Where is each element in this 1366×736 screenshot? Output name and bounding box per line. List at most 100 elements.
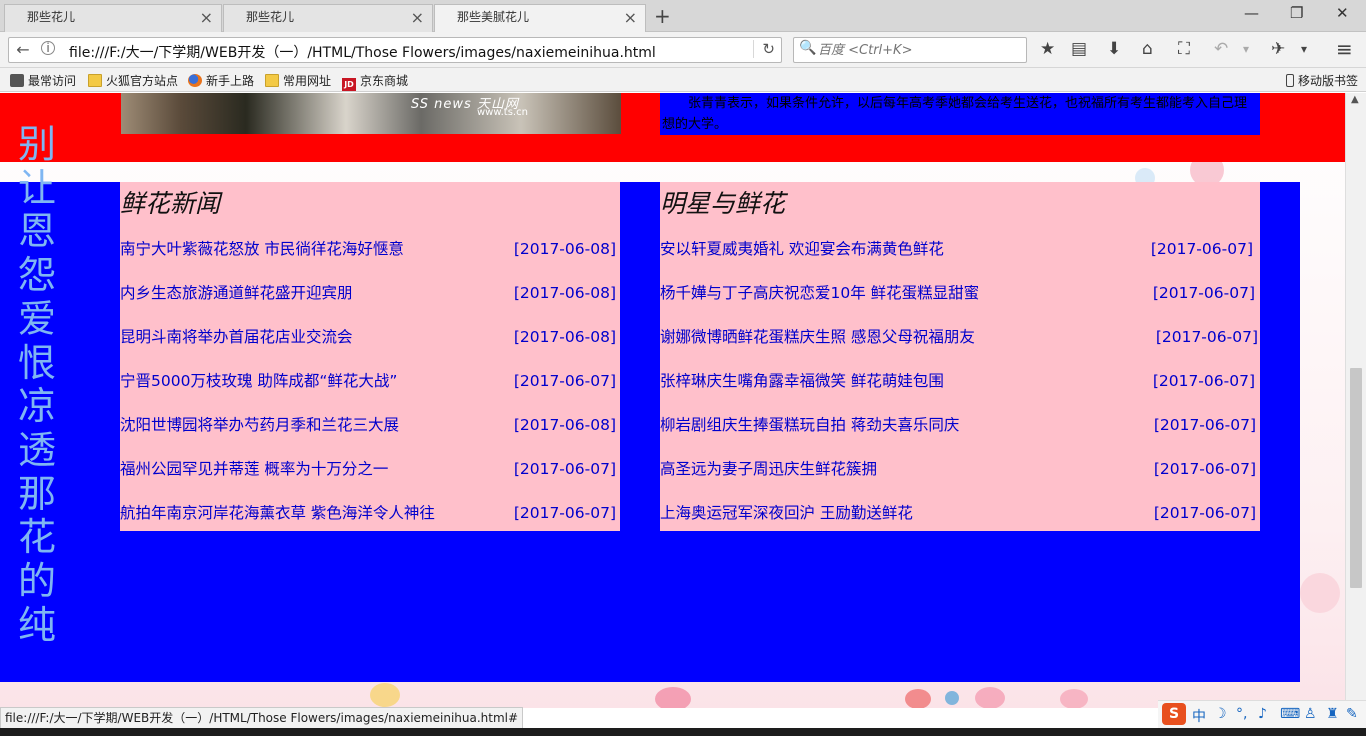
- news-title[interactable]: 沈阳世博园将举办芍药月季和兰花三大展: [120, 416, 399, 434]
- download-icon[interactable]: ⬇: [1107, 38, 1121, 60]
- scrollbar-thumb[interactable]: [1350, 368, 1362, 588]
- news-link[interactable]: 安以轩夏威夷婚礼 欢迎宴会布满黄色鲜花 [2017-06-07]: [660, 238, 1256, 260]
- news-title[interactable]: 南宁大叶紫薇花怒放 市民徜徉花海好惬意: [120, 240, 404, 258]
- close-icon[interactable]: ×: [411, 6, 424, 30]
- news-link[interactable]: 张梓琳庆生嘴角露幸福微笑 鲜花萌娃包围 [2017-06-07]: [660, 370, 1256, 392]
- firefox-icon: [188, 74, 202, 87]
- news-title[interactable]: 昆明斗南将举办首届花店业交流会: [120, 328, 353, 346]
- news-title[interactable]: 宁晋5000万枝玫瑰 助阵成都“鲜花大战”: [120, 372, 397, 390]
- news-title[interactable]: 杨千嬅与丁子高庆祝恋爱10年 鲜花蛋糕显甜蜜: [660, 284, 979, 302]
- folder-icon: [265, 74, 279, 87]
- tab-title: 那些美腻花儿: [457, 10, 530, 24]
- news-link[interactable]: 昆明斗南将举办首届花店业交流会 [2017-06-08]: [120, 326, 616, 348]
- news-link[interactable]: 宁晋5000万枝玫瑰 助阵成都“鲜花大战” [2017-06-07]: [120, 370, 616, 392]
- news-link[interactable]: 上海奥运冠军深夜回沪 王励勤送鲜花 [2017-06-07]: [660, 502, 1256, 524]
- flower-news-panel: 鲜花新闻 南宁大叶紫薇花怒放 市民徜徉花海好惬意 [2017-06-08] 内乡…: [120, 182, 620, 531]
- bookmark-star-icon[interactable]: ★: [1040, 38, 1055, 60]
- bookmark-item[interactable]: 火狐官方站点: [88, 72, 178, 89]
- vertical-scrollbar[interactable]: ▲: [1345, 93, 1366, 708]
- reload-icon[interactable]: ↻: [753, 40, 775, 58]
- page-viewport: SS news 天山网 www.ts.cn 张青青表示，如果条件允许，以后每年高…: [0, 93, 1366, 708]
- news-date: [2017-06-07]: [1150, 240, 1253, 258]
- url-bar[interactable]: ← i file:///F:/大一/下学期/WEB开发（一）/HTML/Thos…: [8, 37, 782, 63]
- jd-icon: JD: [342, 78, 356, 91]
- extension-icon[interactable]: ✈: [1271, 38, 1285, 60]
- news-title[interactable]: 高圣远为妻子周迅庆生鲜花簇拥: [660, 460, 877, 478]
- user-icon[interactable]: ♙: [1304, 706, 1317, 722]
- news-link[interactable]: 南宁大叶紫薇花怒放 市民徜徉花海好惬意 [2017-06-08]: [120, 238, 616, 260]
- news-date: [2017-06-07]: [513, 372, 616, 390]
- news-title[interactable]: 上海奥运冠军深夜回沪 王励勤送鲜花: [660, 504, 913, 522]
- news-title[interactable]: 福州公园罕见并蒂莲 概率为十万分之一: [120, 460, 388, 478]
- news-title[interactable]: 安以轩夏威夷婚礼 欢迎宴会布满黄色鲜花: [660, 240, 944, 258]
- search-bar[interactable]: 🔍: [793, 37, 1027, 63]
- news-title[interactable]: 内乡生态旅游通道鲜花盛开迎宾朋: [120, 284, 353, 302]
- flower-decoration: [945, 691, 959, 705]
- moon-icon[interactable]: ☽: [1214, 706, 1227, 722]
- skin-icon[interactable]: ♜: [1326, 706, 1339, 722]
- screenshot-icon[interactable]: ⛶: [1178, 38, 1190, 60]
- bookmark-label: 移动版书签: [1298, 74, 1359, 88]
- keyboard-icon[interactable]: ⌨: [1280, 706, 1300, 722]
- search-input[interactable]: [818, 40, 1018, 60]
- tab-2[interactable]: 那些花儿 ×: [223, 4, 433, 32]
- tab-3-active[interactable]: 那些美腻花儿 ×: [434, 4, 646, 33]
- bookmark-item[interactable]: JD 京东商城: [342, 72, 408, 91]
- os-taskbar: [0, 728, 1366, 736]
- news-link[interactable]: 杨千嬅与丁子高庆祝恋爱10年 鲜花蛋糕显甜蜜 [2017-06-07]: [660, 282, 1256, 304]
- news-image: SS news 天山网 www.ts.cn: [121, 93, 621, 134]
- new-tab-button[interactable]: +: [654, 4, 671, 28]
- microphone-icon[interactable]: ♪: [1258, 706, 1267, 722]
- chevron-down-icon[interactable]: ▾: [1301, 38, 1307, 60]
- bookmark-label: 火狐官方站点: [106, 74, 179, 88]
- back-arrow-icon[interactable]: ←: [11, 39, 35, 61]
- close-icon[interactable]: ×: [200, 6, 213, 30]
- news-link[interactable]: 航拍年南京河岸花海薰衣草 紫色海洋令人神往 [2017-06-07]: [120, 502, 616, 524]
- mobile-bookmarks[interactable]: 移动版书签: [1286, 72, 1358, 89]
- undo-icon[interactable]: ↶: [1214, 38, 1228, 60]
- scroll-up-icon[interactable]: ▲: [1351, 94, 1359, 105]
- news-link[interactable]: 福州公园罕见并蒂莲 概率为十万分之一 [2017-06-07]: [120, 458, 616, 480]
- flower-decoration: [370, 683, 400, 707]
- flower-decoration: [905, 689, 931, 708]
- news-date: [2017-06-07]: [1153, 416, 1256, 434]
- news-link[interactable]: 高圣远为妻子周迅庆生鲜花簇拥 [2017-06-07]: [660, 458, 1256, 480]
- reading-list-icon[interactable]: ▤: [1071, 38, 1087, 60]
- minimize-button[interactable]: —: [1244, 4, 1259, 22]
- news-link[interactable]: 沈阳世博园将举办芍药月季和兰花三大展 [2017-06-08]: [120, 414, 616, 436]
- sogou-icon[interactable]: S: [1162, 703, 1186, 725]
- tab-1[interactable]: 那些花儿 ×: [4, 4, 222, 32]
- news-link[interactable]: 谢娜微博晒鲜花蛋糕庆生照 感恩父母祝福朋友 [2017-06-07]: [660, 326, 1258, 348]
- menu-icon[interactable]: ≡: [1336, 38, 1353, 60]
- bookmark-label: 常用网址: [283, 74, 332, 88]
- search-icon: 🔍: [799, 40, 817, 56]
- window-close-button[interactable]: ✕: [1336, 4, 1349, 22]
- news-title[interactable]: 航拍年南京河岸花海薰衣草 紫色海洋令人神往: [120, 504, 435, 522]
- news-title[interactable]: 柳岩剧组庆生捧蛋糕玩自拍 蒋劲夫喜乐同庆: [660, 416, 959, 434]
- news-date: [2017-06-08]: [513, 416, 616, 434]
- bookmark-item[interactable]: 常用网址: [265, 72, 331, 89]
- url-text[interactable]: file:///F:/大一/下学期/WEB开发（一）/HTML/Those Fl…: [69, 42, 656, 62]
- close-icon[interactable]: ×: [624, 6, 637, 30]
- bookmark-item[interactable]: 新手上路: [188, 72, 254, 89]
- news-date: [2017-06-08]: [513, 284, 616, 302]
- flower-decoration: [655, 687, 691, 708]
- news-date: [2017-06-08]: [513, 240, 616, 258]
- news-link[interactable]: 柳岩剧组庆生捧蛋糕玩自拍 蒋劲夫喜乐同庆 [2017-06-07]: [660, 414, 1256, 436]
- bookmarks-bar: 最常访问 火狐官方站点 新手上路 常用网址 JD 京东商城 移动版书签: [0, 68, 1366, 92]
- home-icon[interactable]: ⌂: [1142, 38, 1153, 60]
- news-title[interactable]: 谢娜微博晒鲜花蛋糕庆生照 感恩父母祝福朋友: [660, 328, 975, 346]
- news-title[interactable]: 张梓琳庆生嘴角露幸福微笑 鲜花萌娃包围: [660, 372, 944, 390]
- punctuation-icon[interactable]: °,: [1236, 706, 1247, 722]
- tab-bar: 那些花儿 × 那些花儿 × 那些美腻花儿 × + — ❐ ✕: [0, 0, 1366, 33]
- site-info-icon[interactable]: i: [41, 41, 55, 55]
- ime-language[interactable]: 中: [1192, 706, 1206, 726]
- chevron-down-icon[interactable]: ▾: [1243, 38, 1249, 60]
- news-link[interactable]: 内乡生态旅游通道鲜花盛开迎宾朋 [2017-06-08]: [120, 282, 616, 304]
- news-paragraph: 张青青表示，如果条件允许，以后每年高考季她都会给考生送花，也祝福所有考生都能考入…: [660, 93, 1260, 135]
- restore-button[interactable]: ❐: [1290, 4, 1303, 22]
- news-site-text: www.ts.cn: [477, 107, 528, 118]
- tools-icon[interactable]: ✎: [1346, 706, 1358, 722]
- bookmark-label: 京东商城: [360, 74, 409, 88]
- bookmark-item[interactable]: 最常访问: [10, 72, 76, 89]
